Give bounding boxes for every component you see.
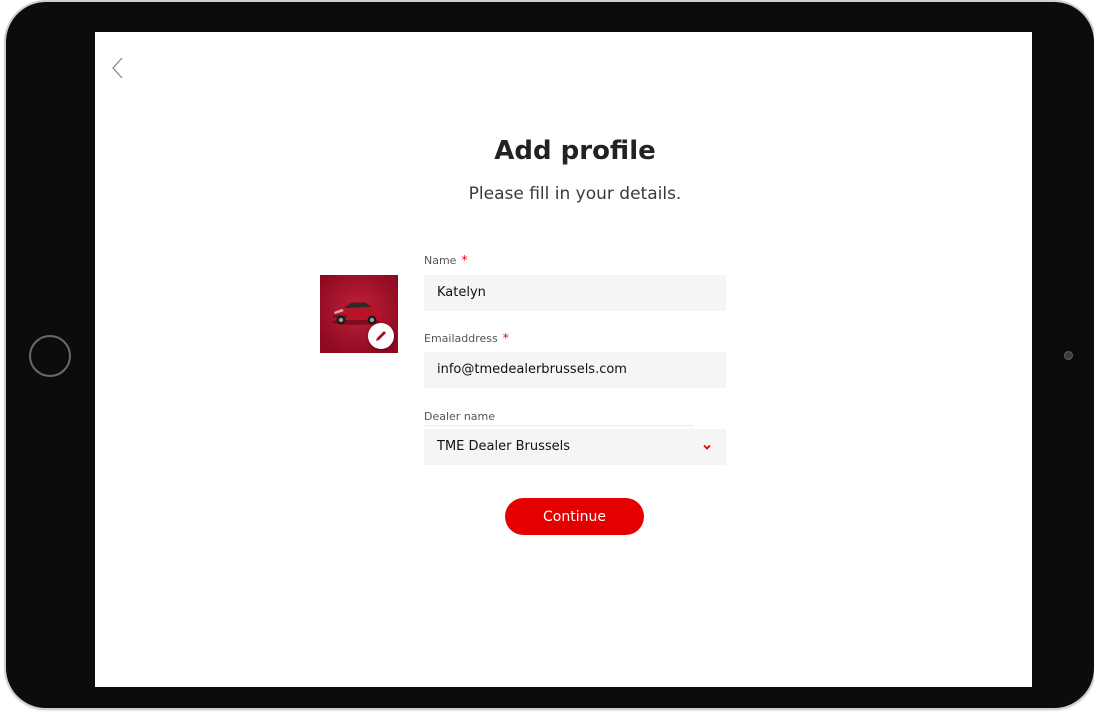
- edit-avatar-button[interactable]: [368, 323, 394, 349]
- back-button[interactable]: [107, 54, 131, 82]
- app-screen: Add profile Please fill in your details.: [95, 32, 1032, 687]
- name-input[interactable]: [424, 275, 726, 311]
- dealer-select[interactable]: TME Dealer Brussels: [424, 429, 726, 465]
- camera-icon: [1064, 351, 1073, 360]
- page-subtitle: Please fill in your details.: [468, 184, 682, 204]
- chevron-down-icon: [703, 444, 711, 450]
- page-title: Add profile: [494, 136, 656, 166]
- tablet-frame: Add profile Please fill in your details.: [6, 2, 1094, 708]
- name-label: Name *: [424, 253, 468, 267]
- email-label: Emailaddress *: [424, 331, 509, 345]
- profile-avatar[interactable]: [320, 275, 398, 353]
- email-input[interactable]: [424, 352, 726, 388]
- home-button[interactable]: [29, 335, 71, 377]
- chevron-left-icon: [112, 57, 123, 79]
- continue-button[interactable]: Continue: [505, 498, 644, 535]
- dealer-label-underline: [424, 425, 694, 426]
- required-mark: *: [502, 331, 509, 345]
- required-mark: *: [461, 253, 468, 267]
- dealer-label: Dealer name: [424, 410, 496, 423]
- dealer-selected-value: TME Dealer Brussels: [437, 439, 570, 454]
- pencil-icon: [376, 331, 386, 341]
